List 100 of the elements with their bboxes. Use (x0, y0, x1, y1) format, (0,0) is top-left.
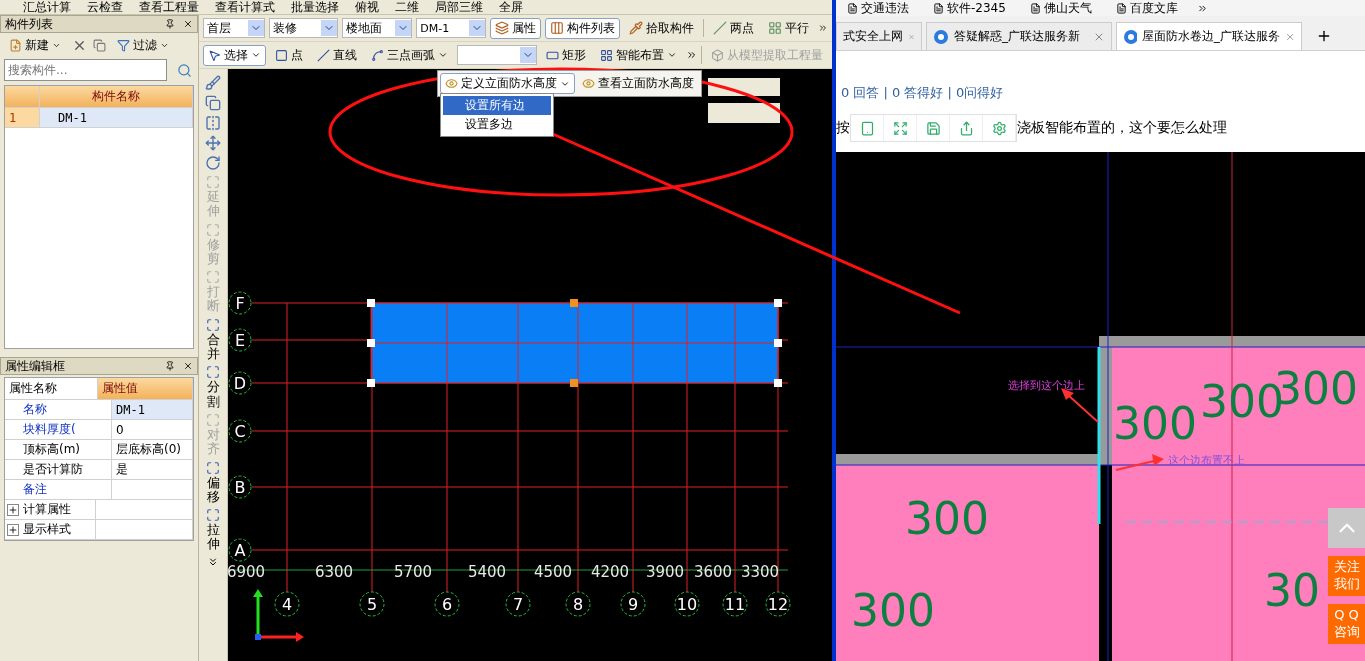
dropdown[interactable]: 装修 (268, 18, 339, 38)
rotate-icon[interactable] (205, 155, 221, 171)
table-row[interactable]: 显示样式 (5, 520, 193, 540)
table-header (5, 86, 40, 108)
pin-icon[interactable] (165, 361, 175, 371)
tool-icon (206, 270, 220, 285)
toolbar-button[interactable]: 批量选择 (290, 0, 340, 14)
dimension-label: 4500 (533, 563, 573, 581)
toolbar-button[interactable]: 查看计算式 (214, 0, 276, 14)
grip-handle[interactable] (774, 379, 782, 387)
table-row[interactable]: 1 DM-1 (5, 108, 193, 128)
dimension-label: 300 (905, 493, 989, 544)
toolbar-button[interactable]: 拾取构件 (624, 17, 700, 39)
edit-tool-button[interactable]: 拉伸 (206, 508, 220, 552)
tool-button[interactable]: 直线 (312, 44, 362, 66)
table-row[interactable]: 是否计算防 是 (5, 460, 193, 480)
close-icon[interactable] (183, 19, 193, 29)
property-value: 层底标高(0) (112, 440, 193, 460)
bookmark-link[interactable]: 佛山天气 (1024, 0, 1097, 19)
toolbar-button[interactable]: 构件列表 (545, 17, 621, 39)
floor-area[interactable] (370, 302, 779, 384)
answer-stats: 0 回答 | 0 答得好 | 0问得好 (840, 84, 1005, 102)
grip-handle[interactable] (570, 379, 578, 387)
tool-button[interactable]: 智能布置 (594, 44, 682, 66)
toolbar-button[interactable]: 两点 (708, 17, 759, 39)
toolbar-button[interactable]: 属性 (490, 17, 542, 39)
menu-item[interactable]: 设置所有边 (443, 96, 551, 115)
tool-icon (206, 317, 220, 332)
toolbar-button[interactable]: 全屏 (498, 0, 524, 14)
table-row[interactable]: 块料厚度( 0 (5, 420, 193, 440)
dimension-label: 4200 (590, 563, 630, 581)
toolbar-button[interactable]: 局部三维 (434, 0, 484, 14)
tool-icon (206, 365, 220, 380)
property-value: DM-1 (112, 400, 193, 420)
bookmark-link[interactable]: 软件-2345 (928, 0, 1011, 19)
search-icon[interactable] (177, 62, 192, 78)
settings-icon (991, 120, 1007, 136)
table-row[interactable]: 备注 (5, 480, 193, 500)
property-value: 是 (112, 460, 193, 480)
dimension-label: 30 (1264, 565, 1320, 616)
move-icon[interactable] (205, 135, 221, 151)
axis-label: A (228, 538, 252, 562)
toolbar-button[interactable]: 俯视 (354, 0, 380, 14)
bookmark-link[interactable]: 百度文库 (1110, 0, 1183, 19)
toolbar-button[interactable]: 新建 (4, 34, 66, 56)
property-name: 顶标高(m) (23, 441, 81, 458)
brush-icon[interactable] (205, 75, 221, 91)
grip-handle[interactable] (367, 299, 375, 307)
toolbar-button[interactable]: 查看工程量 (138, 0, 200, 14)
toolbar-button[interactable]: 过滤 (112, 34, 174, 56)
tool-button[interactable]: 点 (270, 44, 308, 66)
bookmark-link[interactable]: 交通违法 (842, 0, 914, 19)
dropdown[interactable] (457, 45, 537, 65)
toolbar-button[interactable]: 查看立面防水高度 (577, 73, 699, 94)
dropdown[interactable]: 首层 (203, 18, 265, 38)
table-row[interactable]: 计算属性 (5, 500, 193, 520)
more-icon[interactable] (685, 49, 698, 61)
property-name: 名称 (23, 401, 47, 418)
grip-handle[interactable] (774, 339, 782, 347)
browser-tab[interactable]: 式安全上网 (836, 22, 922, 50)
copy-icon[interactable] (93, 38, 106, 52)
grip-handle[interactable] (774, 299, 782, 307)
new-tab-icon[interactable] (1316, 28, 1332, 44)
close-icon[interactable] (183, 361, 193, 371)
toolbar-icon (495, 21, 510, 35)
toolbar-button[interactable]: 二维 (394, 0, 420, 14)
more-icon[interactable] (207, 555, 219, 568)
tool-button[interactable]: 选择 (203, 44, 266, 66)
table-header: 属性值 (98, 378, 193, 400)
toolbar-button[interactable]: 平行 (763, 17, 814, 39)
edit-tool-button[interactable]: 偏移 (206, 460, 220, 505)
bookmark-icon (847, 2, 858, 14)
browser-tab[interactable]: 答疑解惑_广联达服务新 (926, 22, 1112, 50)
axis-label: 5 (359, 591, 385, 617)
question-text: 按 (836, 119, 850, 137)
toolbar-button[interactable]: 汇总计算 (22, 0, 72, 14)
table-row[interactable]: 名称 DM-1 (5, 400, 193, 420)
pin-icon[interactable] (165, 19, 175, 29)
tool-button[interactable]: 三点画弧 (366, 44, 453, 66)
grip-handle[interactable] (570, 299, 578, 307)
expand-icon[interactable] (7, 523, 19, 536)
dropdown[interactable]: DM-1 (416, 18, 487, 38)
mirror-icon[interactable] (205, 115, 221, 131)
search-field[interactable]: 搜索构件... (4, 59, 167, 81)
browser-tab[interactable]: 屋面防水卷边_广联达服务 (1116, 22, 1302, 50)
dimension-label: 5400 (467, 563, 507, 581)
table-row[interactable]: 顶标高(m) 层底标高(0) (5, 440, 193, 460)
edit-tool-button[interactable]: 合并 (206, 317, 220, 362)
drawing-canvas[interactable]: F E D C B A 4 5 6 7 8 9 10 11 12 6900 6300 5700 5400 4500 4200 3900 3600 3300 定义立面防水高度 查看立面防水高度 设置所有边 设置多边 (228, 69, 832, 661)
grip-handle[interactable] (367, 339, 375, 347)
toolbar-button[interactable]: 定义立面防水高度 (440, 73, 575, 94)
toolbar-icon (582, 77, 595, 90)
dimension-label: 3600 (693, 563, 733, 581)
expand-icon[interactable] (7, 503, 19, 516)
grip-handle[interactable] (367, 379, 375, 387)
tool-button[interactable]: 矩形 (540, 44, 591, 66)
copy-icon[interactable] (205, 95, 221, 111)
edit-tool-button[interactable]: 分割 (206, 365, 220, 409)
dropdown[interactable]: 楼地面 (342, 18, 413, 38)
toolbar-button[interactable]: 云检查 (86, 0, 124, 14)
